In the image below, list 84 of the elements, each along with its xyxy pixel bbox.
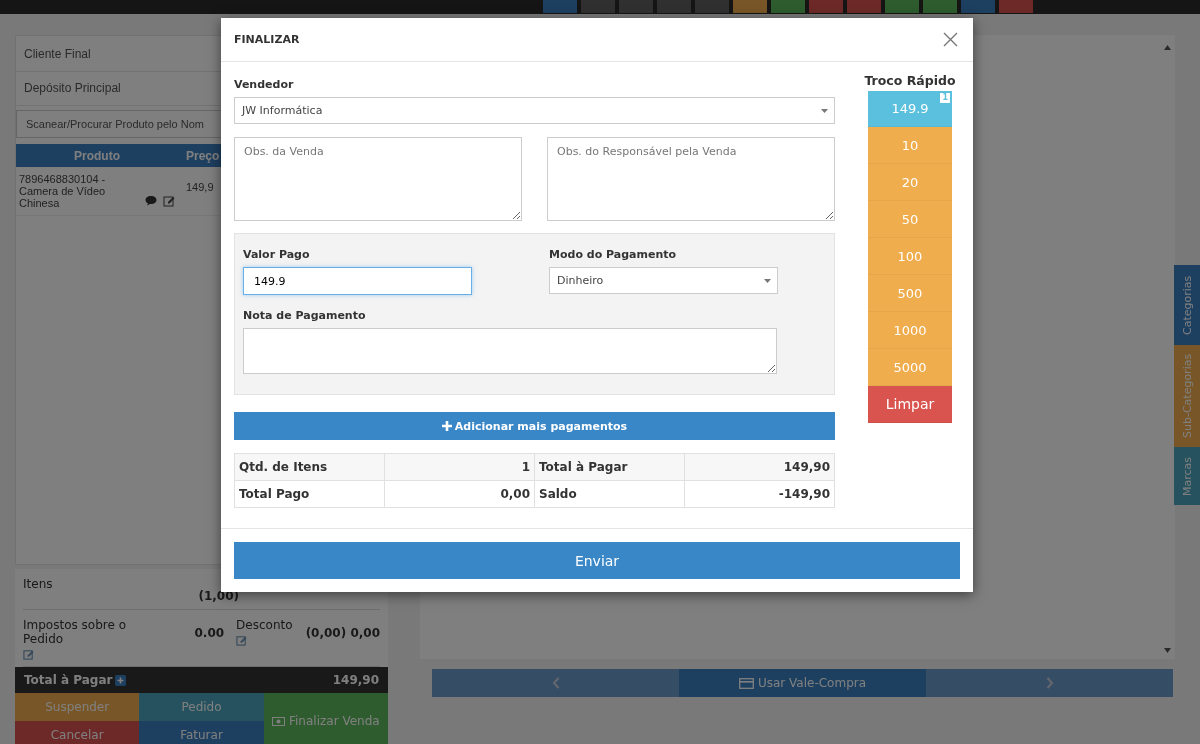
- table-cell: Qtd. de Itens: [234, 453, 385, 481]
- quick-change-button[interactable]: 50: [868, 201, 952, 238]
- chevron-left-icon: [551, 677, 560, 689]
- caret-icon: [821, 109, 828, 113]
- table-cell-text: 149,9: [185, 180, 215, 195]
- toolbar-button[interactable]: [809, 0, 843, 13]
- comment-icon[interactable]: [145, 195, 157, 206]
- payment-mode-select[interactable]: Dinheiro: [549, 267, 778, 294]
- tax-label: Impostos sobre o Pedido: [23, 618, 127, 646]
- amount-label: Valor Pago: [243, 248, 311, 261]
- action-button[interactable]: Faturar: [139, 721, 264, 744]
- quick-change-button[interactable]: 5000: [868, 349, 952, 386]
- voucher-button[interactable]: Usar Vale-Compra: [679, 669, 926, 697]
- responsible-notes-field[interactable]: Obs. do Responsável pela Venda: [547, 137, 835, 221]
- scroll-up-icon[interactable]: [1164, 45, 1171, 50]
- toolbar-button[interactable]: [999, 0, 1033, 13]
- discount-value: (0,00) 0,00: [305, 625, 380, 640]
- total-label: Total à Pagar: [24, 673, 113, 687]
- search-field[interactable]: Scanear/Procurar Produto pelo Nom: [16, 110, 222, 138]
- dialog-title: FINALIZAR: [234, 33, 300, 46]
- quick-change-button[interactable]: 149.9 1: [868, 91, 952, 127]
- caret-icon: [764, 279, 771, 283]
- quick-change-button[interactable]: 100: [868, 238, 952, 275]
- edit-icon[interactable]: [163, 195, 175, 207]
- action-button[interactable]: Suspender: [15, 693, 140, 721]
- table-cell: Total Pago: [234, 480, 385, 508]
- action-button[interactable]: Cancelar: [15, 721, 140, 744]
- card-icon: [738, 677, 754, 689]
- table-cell: Saldo: [534, 480, 685, 508]
- items-quantity: (1,00): [197, 588, 239, 603]
- quick-change-title: Troco Rápido: [864, 73, 956, 88]
- sale-notes-field[interactable]: Obs. da Venda: [234, 137, 522, 221]
- toolbar-button[interactable]: [619, 0, 653, 13]
- payment-mode-label: Modo do Pagamento: [549, 248, 678, 261]
- action-button[interactable]: Pedido: [139, 693, 264, 721]
- send-button[interactable]: Enviar: [234, 542, 960, 579]
- toolbar-button[interactable]: [885, 0, 919, 13]
- table-cell: 149,90: [684, 453, 835, 481]
- next-button[interactable]: [926, 669, 1173, 697]
- quick-change-button[interactable]: 20: [868, 164, 952, 201]
- toolbar-button[interactable]: [543, 0, 577, 13]
- amount-field[interactable]: 149.9: [243, 267, 472, 295]
- discount-label: Desconto: [236, 618, 293, 632]
- count-badge: 1: [940, 93, 950, 103]
- quick-change-button[interactable]: 500: [868, 275, 952, 312]
- side-tab[interactable]: Categorias: [1174, 265, 1200, 345]
- toolbar-button[interactable]: [581, 0, 615, 13]
- quick-change-button[interactable]: 1000: [868, 312, 952, 349]
- table-cell: 1: [384, 453, 535, 481]
- toolbar-button[interactable]: [961, 0, 995, 13]
- table-cell-text: 7896468830104 - Camera de Vídeo Chinesa: [19, 173, 107, 209]
- quick-change-button[interactable]: 10: [868, 127, 952, 164]
- quick-change-button[interactable]: Limpar: [868, 386, 952, 423]
- previous-button[interactable]: [432, 669, 679, 697]
- seller-label: Vendedor: [234, 78, 295, 91]
- toolbar-button[interactable]: [847, 0, 881, 13]
- total-value: 149,90: [332, 673, 379, 687]
- table-cell: Total à Pagar: [534, 453, 685, 481]
- table-cell: -149,90: [684, 480, 835, 508]
- edit-icon[interactable]: [23, 649, 34, 660]
- toolbar-button[interactable]: [771, 0, 805, 13]
- payment-note-field[interactable]: [243, 328, 777, 374]
- seller-select[interactable]: JW Informática: [234, 97, 835, 124]
- toolbar-button[interactable]: [923, 0, 957, 13]
- chevron-right-icon: [1045, 677, 1054, 689]
- money-icon: [272, 716, 285, 726]
- payment-note-label: Nota de Pagamento: [243, 309, 367, 322]
- toolbar-button[interactable]: [733, 0, 767, 13]
- side-tab[interactable]: Sub-Categorias: [1174, 345, 1200, 447]
- tax-value: 0.00: [193, 625, 225, 640]
- plus-icon[interactable]: [115, 674, 127, 686]
- action-button[interactable]: Finalizar Venda: [263, 693, 388, 744]
- close-icon[interactable]: [943, 32, 958, 47]
- table-cell: 0,00: [384, 480, 535, 508]
- side-tab[interactable]: Marcas: [1174, 447, 1200, 505]
- add-payment-button[interactable]: Adicionar mais pagamentos: [234, 412, 835, 440]
- toolbar-button[interactable]: [657, 0, 691, 13]
- scroll-down-icon[interactable]: [1164, 648, 1171, 653]
- column-header: Produto: [73, 148, 121, 163]
- items-label: Itens: [23, 577, 54, 591]
- column-header: Preço: [185, 148, 221, 163]
- toolbar-button[interactable]: [695, 0, 729, 13]
- edit-icon[interactable]: [236, 635, 248, 646]
- plus-icon: [441, 421, 452, 431]
